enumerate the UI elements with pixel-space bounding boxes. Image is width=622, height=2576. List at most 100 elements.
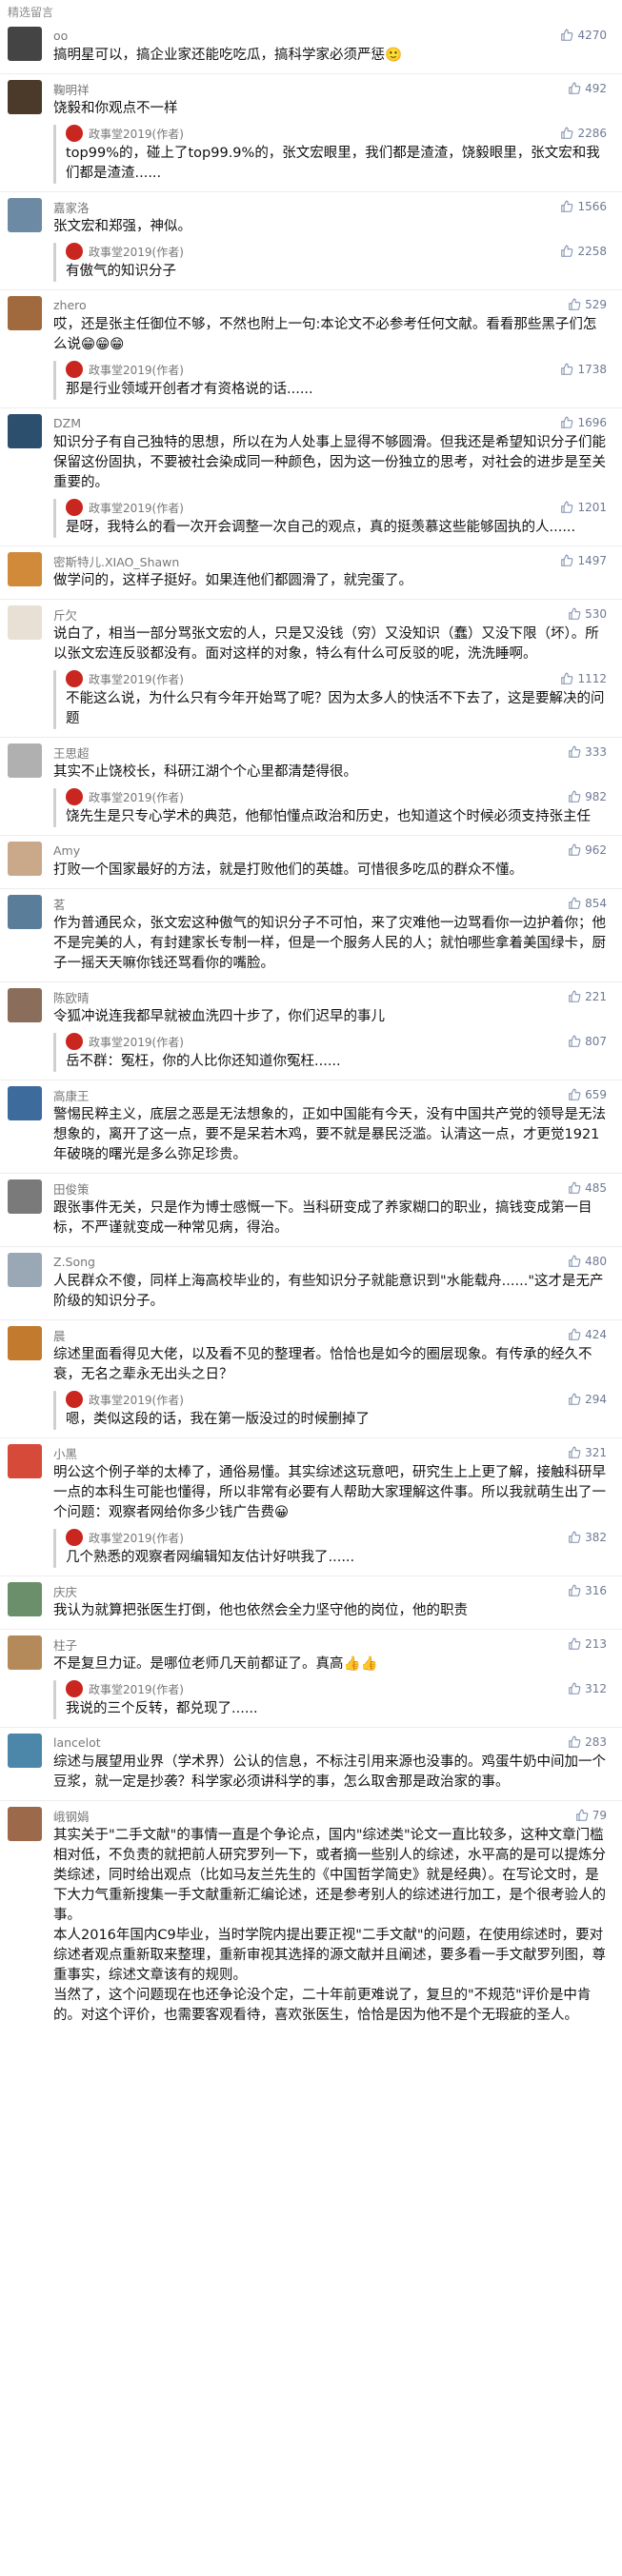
username[interactable]: Amy — [53, 843, 80, 858]
reply-body: 政事堂2019(作者) 982 饶先生是只专心学术的典范，他郁怕懂点政治和历史，也知… — [66, 788, 607, 827]
username[interactable]: Z.Song — [53, 1255, 95, 1269]
comment-text: 打败一个国家最好的方法，就是打败他们的英雄。可惜很多吃瓜的群众不懂。 — [53, 862, 523, 878]
username[interactable]: 小黑 — [53, 1444, 77, 1462]
comment-item: lancelot 283 综述与展望用业界（学术界）公认的信息，不标注引用来源也没事… — [0, 1727, 622, 1800]
user-avatar[interactable] — [8, 296, 42, 330]
like-button[interactable]: 854 — [568, 897, 607, 910]
reply-like-button[interactable]: 312 — [568, 1682, 607, 1695]
user-avatar[interactable] — [8, 1734, 42, 1768]
like-button[interactable]: 424 — [568, 1328, 607, 1341]
user-avatar[interactable] — [8, 414, 42, 448]
like-button[interactable]: 4270 — [560, 29, 607, 42]
comment-header: 峨钢娟 79 — [53, 1807, 607, 1824]
reply-like-button[interactable]: 2286 — [560, 127, 607, 140]
username[interactable]: 庆庆 — [53, 1582, 77, 1600]
username[interactable]: 王思超 — [53, 743, 90, 762]
comment-header: DZM 1696 — [53, 414, 607, 431]
like-button[interactable]: 283 — [568, 1735, 607, 1749]
like-button[interactable]: 962 — [568, 843, 607, 857]
like-count: 79 — [592, 1809, 607, 1822]
comment-text: 其实关于"二手文献"的事情一直是个争论点，国内"综述类"论文一直比较多，这种文章… — [53, 1828, 606, 2023]
reply-like-button[interactable]: 2258 — [560, 245, 607, 258]
thumbs-up-icon — [569, 1735, 581, 1748]
reply-like-button[interactable]: 982 — [568, 790, 607, 803]
comment-text: 哎，还是张主任御位不够，不然也附上一句:本论文不必参考任何文献。看看那些黑子们怎… — [53, 317, 597, 352]
reply-like-button[interactable]: 382 — [568, 1531, 607, 1544]
reply-like-button[interactable]: 1201 — [560, 501, 607, 514]
reply-divider — [53, 243, 56, 282]
username[interactable]: 密斯特儿.XIAO_Shawn — [53, 552, 179, 570]
user-avatar[interactable] — [8, 895, 42, 929]
thumbs-up-icon — [569, 745, 581, 758]
user-avatar[interactable] — [8, 27, 42, 61]
user-avatar[interactable] — [8, 1253, 42, 1287]
user-avatar[interactable] — [8, 842, 42, 876]
username[interactable]: zhero — [53, 298, 87, 312]
author-badge-icon — [66, 499, 83, 516]
username[interactable]: 柱子 — [53, 1635, 77, 1654]
comment-item: 高康王 659 警惕民粹主义，底层之恶是无法想象的，正如中国能有今天，没有中国共产党… — [0, 1080, 622, 1173]
user-avatar[interactable] — [8, 80, 42, 114]
user-avatar[interactable] — [8, 1807, 42, 1841]
like-button[interactable]: 333 — [568, 745, 607, 759]
like-button[interactable]: 529 — [568, 298, 607, 311]
like-button[interactable]: 321 — [568, 1446, 607, 1459]
username[interactable]: 晨 — [53, 1326, 66, 1344]
thumbs-up-icon — [569, 607, 581, 620]
comment-header: oo 4270 — [53, 27, 607, 44]
like-button[interactable]: 485 — [568, 1181, 607, 1195]
username[interactable]: 田俊策 — [53, 1179, 90, 1198]
like-button[interactable]: 213 — [568, 1637, 607, 1651]
user-avatar[interactable] — [8, 988, 42, 1022]
user-avatar[interactable] — [8, 1635, 42, 1670]
comment-text: 知识分子有自己独特的思想，所以在为人处事上显得不够圆滑。但我还是希望知识分子们能… — [53, 435, 606, 490]
reply-divider — [53, 1680, 56, 1719]
like-button[interactable]: 316 — [568, 1584, 607, 1597]
like-button[interactable]: 480 — [568, 1255, 607, 1268]
like-button[interactable]: 530 — [568, 607, 607, 621]
user-avatar[interactable] — [8, 1086, 42, 1120]
user-avatar[interactable] — [8, 743, 42, 778]
user-avatar[interactable] — [8, 552, 42, 586]
username[interactable]: 斤欠 — [53, 605, 77, 624]
reply-like-button[interactable]: 807 — [568, 1035, 607, 1048]
like-button[interactable]: 1497 — [560, 554, 607, 567]
reply-author: 政事堂2019(作者) — [66, 499, 184, 516]
comment-header: 小黑 321 — [53, 1444, 607, 1461]
comment-item: 小黑 321 明公这个例子举的太棒了，通俗易懂。其实综述这玩意吧，研究生上上更了解，… — [0, 1437, 622, 1575]
author-reply: 政事堂2019(作者) 382 几个熟悉的观察者网编辑知友估计好哄我了...... — [53, 1529, 607, 1568]
user-avatar[interactable] — [8, 1326, 42, 1360]
like-button[interactable]: 492 — [568, 82, 607, 95]
user-avatar[interactable] — [8, 1582, 42, 1616]
like-button[interactable]: 221 — [568, 990, 607, 1003]
comment-text: 跟张事件无关，只是作为博士感慨一下。当科研变成了养家糊口的职业，搞钱变成第一目标… — [53, 1200, 592, 1236]
like-button[interactable]: 659 — [568, 1088, 607, 1101]
reply-author-name: 政事堂2019(作者) — [89, 1682, 184, 1696]
comment-body: 嘉家洛 1566 张文宏和郑强，神似。 政事堂2019(作者) 2258 有傲气的知识分子 — [53, 198, 607, 282]
user-avatar[interactable] — [8, 1444, 42, 1478]
username[interactable]: oo — [53, 29, 68, 43]
user-avatar[interactable] — [8, 1179, 42, 1214]
reply-like-count: 982 — [585, 790, 607, 803]
comment-text: 人民群众不傻，同样上海高校毕业的，有些知识分子就能意识到"水能载舟......"… — [53, 1274, 604, 1309]
username[interactable]: 高康王 — [53, 1086, 90, 1104]
username[interactable]: 峨钢娟 — [53, 1807, 90, 1825]
reply-like-button[interactable]: 294 — [568, 1393, 607, 1406]
comment-header: 陈欧晴 221 — [53, 988, 607, 1005]
reply-like-button[interactable]: 1112 — [560, 672, 607, 685]
username[interactable]: lancelot — [53, 1735, 101, 1750]
like-button[interactable]: 79 — [575, 1809, 607, 1822]
username[interactable]: DZM — [53, 416, 81, 430]
username[interactable]: 茗 — [53, 895, 66, 913]
reply-like-button[interactable]: 1738 — [560, 363, 607, 376]
user-avatar[interactable] — [8, 198, 42, 232]
username[interactable]: 鞠明祥 — [53, 80, 90, 98]
like-button[interactable]: 1696 — [560, 416, 607, 429]
username[interactable]: 嘉家洛 — [53, 198, 90, 216]
author-reply: 政事堂2019(作者) 2258 有傲气的知识分子 — [53, 243, 607, 282]
comment-body: 斤欠 530 说白了，相当一部分骂张文宏的人，只是又没钱（穷）又没知识（蠢）又没下限… — [53, 605, 607, 729]
like-button[interactable]: 1566 — [560, 200, 607, 213]
username[interactable]: 陈欧晴 — [53, 988, 90, 1006]
comment-item: 鞠明祥 492 饶毅和你观点不一样 政事堂2019(作者) 2286 top99%的，碰上… — [0, 73, 622, 191]
user-avatar[interactable] — [8, 605, 42, 640]
